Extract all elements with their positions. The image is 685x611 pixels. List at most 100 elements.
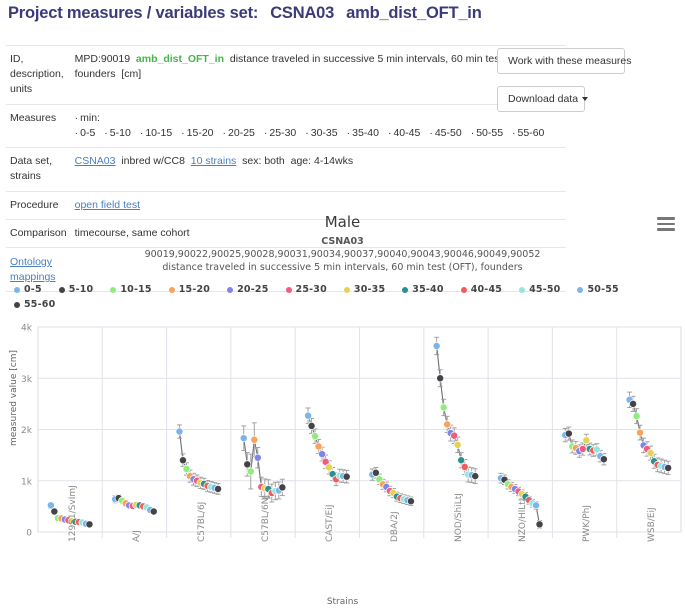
chevron-down-icon	[582, 97, 589, 102]
data-point[interactable]	[342, 472, 351, 481]
measure-item: 50-55	[471, 126, 503, 141]
dataset-panel: inbred w/CC8	[121, 155, 185, 168]
row-label-measures: Measures	[10, 111, 57, 124]
data-point[interactable]	[214, 485, 222, 493]
x-axis-tick: PWK/PhJ	[582, 504, 593, 542]
row-value-measures: min:0-5 5-10 10-15 15-20 20-25 25-30 30-35 35-4…	[71, 104, 567, 147]
data-point[interactable]	[239, 434, 248, 443]
data-point[interactable]	[664, 463, 673, 472]
download-data-button[interactable]: Download data	[497, 86, 589, 112]
data-point[interactable]	[50, 507, 59, 516]
data-point[interactable]	[450, 431, 459, 440]
y-axis-tick: 3k	[21, 375, 33, 385]
table-row-dataset: Data set, strains CSNA03 inbred w/CC8 10…	[6, 148, 567, 192]
row-value-id: MPD:90019 amb_dist_OFT_in distance trave…	[71, 46, 567, 105]
table-row-measures: Measures min:0-5 5-10 10-15 15-20 20-25 25-30…	[6, 104, 567, 148]
data-point[interactable]	[250, 435, 259, 444]
data-point[interactable]	[278, 483, 287, 492]
plot-svg: 0 1k 2k 3k 4k	[21, 324, 682, 539]
data-point[interactable]	[592, 445, 601, 454]
data-point[interactable]	[179, 456, 187, 465]
data-point[interactable]	[371, 468, 380, 477]
data-point[interactable]	[578, 445, 587, 453]
measure-item: 35-40	[347, 126, 379, 141]
data-point[interactable]	[460, 462, 469, 471]
data-point[interactable]	[314, 442, 323, 451]
data-point[interactable]	[318, 450, 327, 459]
data-point[interactable]	[532, 501, 540, 510]
x-axis-tick: A/J	[132, 530, 143, 542]
data-point[interactable]	[307, 421, 316, 430]
measure-item: 20-25	[223, 126, 255, 141]
x-axis-tick: C57BL/6J	[196, 501, 207, 542]
data-point[interactable]	[436, 374, 445, 383]
measures-prefix: min:	[75, 111, 100, 126]
x-axis-tick: CAST/EiJ	[325, 504, 336, 542]
data-point[interactable]	[471, 472, 480, 481]
data-point[interactable]	[629, 399, 638, 408]
measure-item: 5-10	[104, 126, 131, 141]
page-root: Project measures / variables set: CSNA03 a…	[0, 0, 685, 611]
x-axis-label: Strains	[326, 597, 359, 607]
variable-name: amb_dist_OFT_in	[135, 53, 225, 65]
data-point[interactable]	[646, 449, 655, 458]
x-axis-tick: C57BL/6NJ	[260, 494, 271, 542]
data-point[interactable]	[246, 467, 255, 476]
row-value-dataset: CSNA03 inbred w/CC8 10 strains sex: both…	[71, 148, 567, 191]
data-point[interactable]	[149, 507, 158, 516]
download-data-label: Download data	[508, 93, 579, 105]
data-point[interactable]	[325, 463, 334, 472]
y-axis-tick: 2k	[21, 426, 33, 436]
measure-item: 30-35	[305, 126, 338, 141]
measure-item: 55-60	[512, 126, 545, 141]
variable-units: [cm]	[121, 68, 142, 81]
row-label-dataset: Data set, strains	[10, 155, 53, 183]
data-point[interactable]	[439, 403, 448, 412]
x-axis-tick: NZO/HlLtJ	[518, 498, 529, 542]
data-point[interactable]	[457, 456, 466, 465]
mpd-id: MPD:90019	[74, 53, 131, 65]
row-label-id: ID, description, units	[10, 53, 64, 96]
table-row-id: ID, description, units MPD:90019 amb_dis…	[6, 45, 567, 105]
measure-item: 25-30	[264, 126, 296, 141]
measure-item: 0-5	[75, 126, 95, 141]
strains-link[interactable]: 10 strains	[191, 155, 237, 167]
y-axis-tick: 0	[26, 529, 32, 539]
measure-item: 40-45	[388, 126, 420, 141]
x-axis-tick: WSB/EiJ	[646, 507, 657, 542]
data-point[interactable]	[311, 432, 320, 441]
data-point[interactable]	[599, 455, 608, 464]
measure-item: 10-15	[140, 126, 172, 141]
data-point[interactable]	[443, 420, 452, 429]
measure-item: 15-20	[181, 126, 214, 141]
data-point[interactable]	[175, 427, 184, 436]
data-point[interactable]	[85, 520, 94, 529]
data-point[interactable]	[182, 465, 191, 473]
data-point[interactable]	[632, 412, 641, 421]
y-axis-label: measured value [cm]	[9, 350, 19, 447]
y-axis-tick: 1k	[21, 477, 33, 487]
y-axis-tick: 4k	[21, 324, 33, 334]
chart-panel: Male CSNA03 90019,90022,90025,90028,9003…	[0, 205, 685, 611]
measure-item: 45-50	[429, 126, 462, 141]
data-point[interactable]	[253, 453, 262, 462]
data-point[interactable]	[535, 520, 544, 529]
plot-area: 0 1k 2k 3k 4k measured value [cm] Strains 12…	[0, 205, 685, 611]
dataset-link[interactable]: CSNA03	[75, 155, 116, 167]
page-title-prefix: Project measures / variables set:	[8, 4, 259, 22]
data-point[interactable]	[406, 497, 415, 506]
page-title-variable: amb_dist_OFT_in	[346, 4, 482, 22]
data-point[interactable]	[564, 429, 573, 438]
dataset-age: age: 4-14wks	[290, 155, 354, 168]
data-point[interactable]	[432, 342, 441, 350]
work-with-measures-button[interactable]: Work with these measures	[497, 48, 632, 74]
data-point[interactable]	[453, 440, 462, 449]
x-axis-tick: DBA/2J	[389, 511, 400, 542]
data-point[interactable]	[243, 460, 252, 469]
page-title-project: CSNA03	[270, 4, 335, 22]
data-point[interactable]	[636, 428, 645, 437]
data-point[interactable]	[304, 411, 313, 420]
data-point[interactable]	[582, 436, 591, 445]
page-title: Project measures / variables set: CSNA03 a…	[8, 4, 482, 23]
x-axis-tick: 129S1/SvImJ	[68, 485, 78, 542]
